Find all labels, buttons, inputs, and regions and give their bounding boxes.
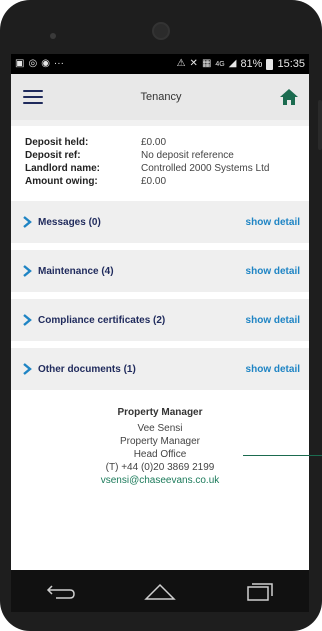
alert-icon: ⚠ (176, 58, 186, 69)
section-compliance[interactable]: Compliance certificates (2) show detail (11, 299, 309, 341)
detail-row-landlord: Landlord name: Controlled 2000 Systems L… (25, 162, 295, 175)
chevron-right-icon (23, 314, 32, 326)
section-left: Compliance certificates (2) (23, 314, 165, 326)
page-title: Tenancy (140, 91, 182, 103)
back-icon[interactable] (44, 581, 78, 601)
status-right: ⚠ ✕ ▦ 4G ◢ 81% 15:35 (177, 58, 305, 70)
show-detail-link[interactable]: show detail (246, 315, 300, 326)
callout-line (243, 455, 322, 456)
section-title: Other documents (1) (38, 363, 136, 375)
section-maintenance[interactable]: Maintenance (4) show detail (11, 250, 309, 292)
detail-label: Amount owing: (25, 176, 98, 187)
detail-row-deposit-held: Deposit held: £0.00 (25, 136, 295, 149)
section-left: Maintenance (4) (23, 265, 114, 277)
detail-value: £0.00 (141, 176, 167, 187)
tenancy-details: Deposit held: £0.00 Deposit ref: No depo… (11, 126, 309, 194)
battery-icon (266, 58, 274, 70)
detail-value: No deposit reference (141, 150, 234, 161)
status-left: ▣ ◎ ◉ ··· (15, 59, 64, 69)
section-title: Maintenance (4) (38, 265, 114, 277)
property-manager-contact: Property Manager Vee Sensi Property Mana… (11, 400, 309, 487)
section-left: Messages (0) (23, 216, 101, 228)
section-title: Messages (0) (38, 216, 101, 228)
network-label: 4G (215, 60, 225, 68)
navigation-bar (11, 570, 309, 612)
vibrate-icon: ▦ (201, 58, 212, 69)
menu-icon[interactable] (23, 90, 43, 104)
chevron-right-icon (23, 216, 32, 228)
record-icon: ◉ (41, 58, 50, 69)
speaker (50, 33, 56, 39)
section-other-documents[interactable]: Other documents (1) show detail (11, 348, 309, 390)
show-detail-link[interactable]: show detail (246, 217, 300, 228)
chevron-right-icon (23, 363, 32, 375)
battery-percent: 81% (240, 58, 263, 70)
contact-email[interactable]: vsensi@chaseevans.co.uk (11, 474, 309, 487)
detail-label: Deposit held: (25, 137, 89, 148)
phone-frame: ▣ ◎ ◉ ··· ⚠ ✕ ▦ 4G ◢ 81% 15:35 Tenancy D… (0, 0, 322, 631)
detail-label: Deposit ref: (25, 150, 81, 161)
show-detail-link[interactable]: show detail (246, 364, 300, 375)
front-camera (152, 22, 170, 40)
home-nav-icon[interactable] (143, 581, 177, 601)
gallery-icon: ▣ (15, 58, 25, 69)
more-dots-icon: ··· (53, 58, 64, 69)
mute-icon: ✕ (189, 58, 198, 69)
detail-label: Landlord name: (25, 163, 101, 174)
contact-phone[interactable]: (T) +44 (0)20 3869 2199 (11, 461, 309, 474)
status-bar: ▣ ◎ ◉ ··· ⚠ ✕ ▦ 4G ◢ 81% 15:35 (11, 54, 309, 74)
section-left: Other documents (1) (23, 363, 136, 375)
signal-icon: ◢ (228, 58, 237, 69)
detail-row-amount-owing: Amount owing: £0.00 (25, 175, 295, 188)
detail-value: Controlled 2000 Systems Ltd (141, 163, 270, 174)
section-title: Compliance certificates (2) (38, 314, 166, 326)
contact-name: Vee Sensi (137, 423, 183, 434)
screen: ▣ ◎ ◉ ··· ⚠ ✕ ▦ 4G ◢ 81% 15:35 Tenancy D… (11, 54, 309, 570)
detail-value: £0.00 (141, 137, 167, 148)
side-button[interactable] (318, 100, 322, 150)
detail-row-deposit-ref: Deposit ref: No deposit reference (25, 149, 295, 162)
contact-role: Property Manager (119, 436, 201, 447)
chevron-right-icon (23, 265, 32, 277)
whatsapp-icon: ◎ (28, 58, 38, 69)
app-header: Tenancy (11, 74, 309, 120)
contact-heading: Property Manager (117, 407, 203, 418)
clock: 15:35 (277, 58, 305, 70)
recent-apps-icon[interactable] (242, 581, 276, 601)
section-messages[interactable]: Messages (0) show detail (11, 201, 309, 243)
show-detail-link[interactable]: show detail (246, 266, 300, 277)
home-icon[interactable] (279, 87, 299, 107)
